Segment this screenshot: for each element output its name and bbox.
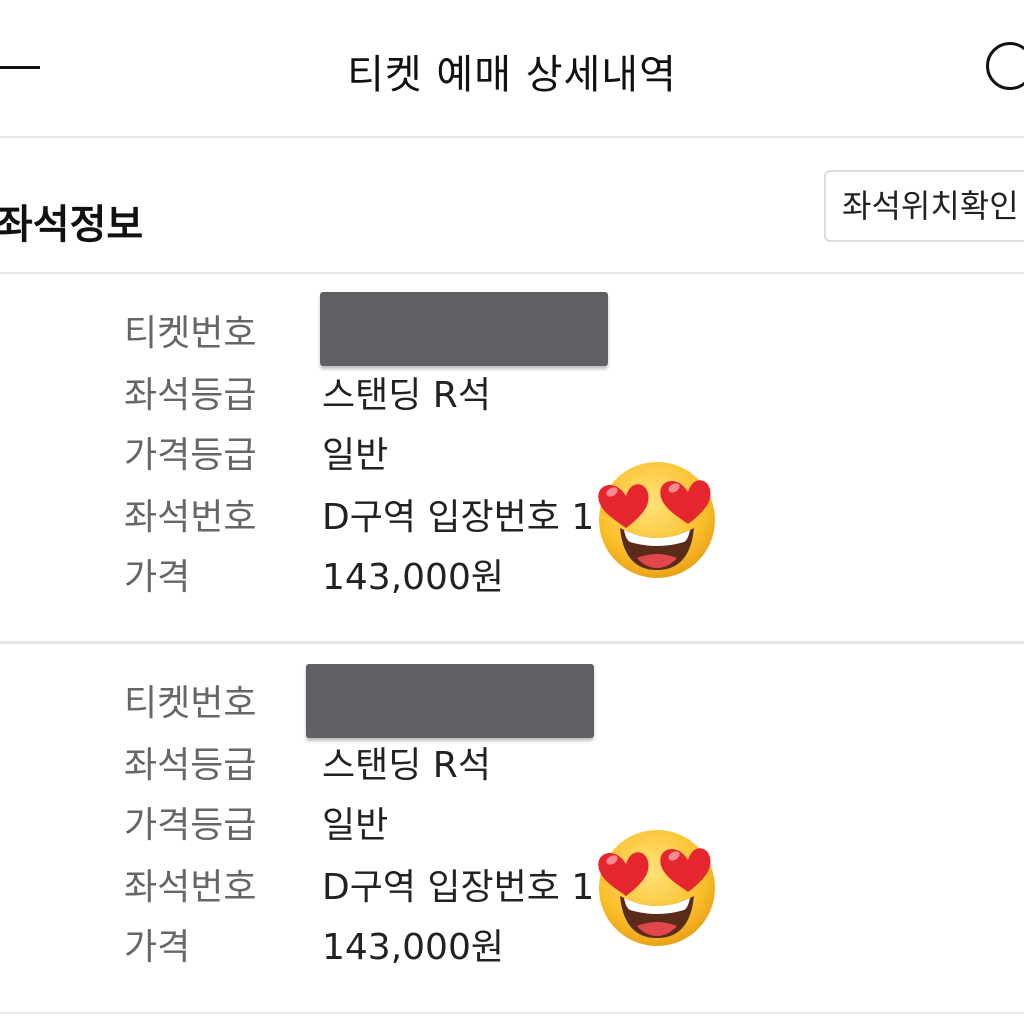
ticket-number-redaction bbox=[306, 664, 594, 738]
row-label: 가격등급 bbox=[124, 805, 257, 846]
row-label: 좌석등급 bbox=[124, 375, 257, 416]
price-value: 143,000원 bbox=[322, 927, 504, 968]
ticket-number-redaction bbox=[320, 292, 608, 366]
seat-grade-value: 스탠딩 R석 bbox=[322, 745, 491, 786]
seat-number-row: 좌석번호 D구역 입장번호 1 bbox=[0, 860, 1024, 916]
app-header: 티켓 예매 상세내역 bbox=[0, 0, 1024, 138]
seat-number-row: 좌석번호 D구역 입장번호 1 bbox=[0, 490, 1024, 546]
price-row: 가격 143,000원 bbox=[0, 550, 1024, 606]
seat-number-value: D구역 입장번호 1 bbox=[322, 497, 595, 538]
row-label: 좌석번호 bbox=[124, 867, 257, 908]
row-label: 티켓번호 bbox=[124, 313, 257, 354]
divider bbox=[0, 641, 1024, 644]
row-label: 가격 bbox=[124, 557, 191, 598]
price-grade-value: 일반 bbox=[322, 435, 389, 476]
divider bbox=[0, 1012, 1024, 1014]
heart-eyes-emoji-icon bbox=[598, 830, 715, 946]
row-label: 가격등급 bbox=[124, 435, 257, 476]
row-label: 가격 bbox=[124, 927, 191, 968]
divider bbox=[0, 272, 1024, 274]
row-label: 좌석등급 bbox=[124, 745, 257, 786]
price-grade-row: 가격등급 일반 bbox=[0, 798, 1024, 854]
price-row: 가격 143,000원 bbox=[0, 920, 1024, 976]
row-label: 티켓번호 bbox=[124, 683, 257, 724]
seat-grade-row: 좌석등급 스탠딩 R석 bbox=[0, 368, 1024, 424]
ticket-card: 티켓번호 좌석등급 스탠딩 R석 가격등급 일반 좌석번호 D구역 입장번호 1… bbox=[0, 280, 1024, 640]
seat-grade-value: 스탠딩 R석 bbox=[322, 375, 491, 416]
price-grade-value: 일반 bbox=[322, 805, 389, 846]
ticket-card: 티켓번호 좌석등급 스탠딩 R석 가격등급 일반 좌석번호 D구역 입장번호 1… bbox=[0, 652, 1024, 1012]
page-title: 티켓 예매 상세내역 bbox=[347, 52, 677, 98]
price-grade-row: 가격등급 일반 bbox=[0, 428, 1024, 484]
row-label: 좌석번호 bbox=[124, 497, 257, 538]
price-value: 143,000원 bbox=[322, 557, 504, 598]
section-title: 좌석정보 bbox=[0, 202, 144, 248]
heart-eyes-emoji-icon bbox=[598, 462, 715, 578]
seat-location-button[interactable]: 좌석위치확인 bbox=[824, 170, 1024, 242]
seat-grade-row: 좌석등급 스탠딩 R석 bbox=[0, 738, 1024, 794]
seat-number-value: D구역 입장번호 1 bbox=[322, 867, 595, 908]
